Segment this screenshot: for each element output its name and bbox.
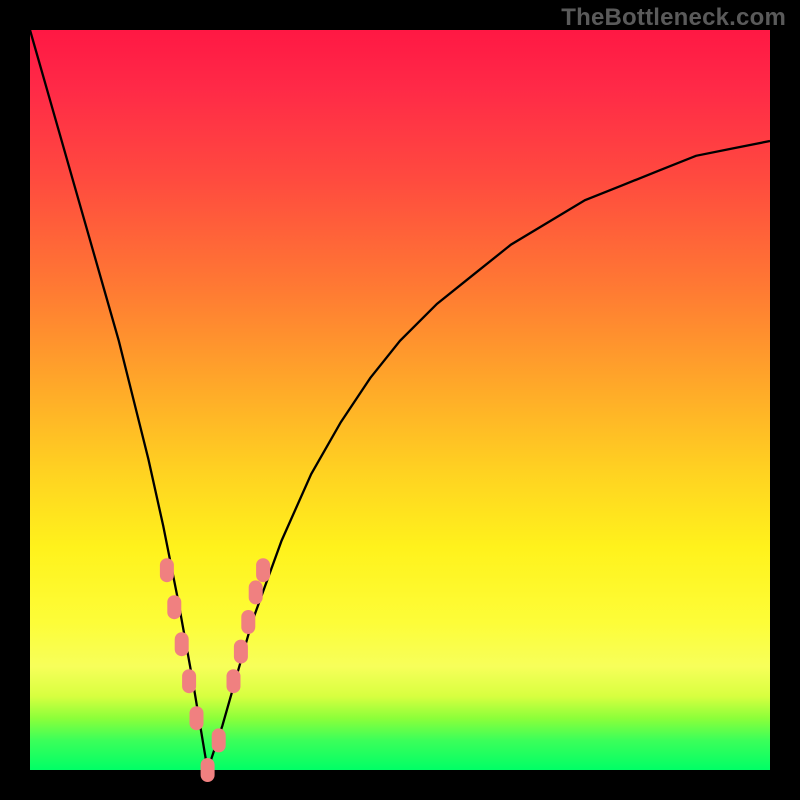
marker-bead (167, 595, 181, 619)
watermark-text: TheBottleneck.com (561, 4, 786, 32)
marker-bead (190, 706, 204, 730)
marker-bead (241, 610, 255, 634)
marker-bead (175, 632, 189, 656)
bottleneck-curve (30, 30, 770, 770)
marker-bead (249, 580, 263, 604)
marker-bead (256, 558, 270, 582)
marker-bead (201, 758, 215, 782)
chart-frame: TheBottleneck.com (0, 0, 800, 800)
marker-bead (160, 558, 174, 582)
plot-area (30, 30, 770, 770)
marker-bead (182, 669, 196, 693)
curve-layer (30, 30, 770, 770)
marker-bead (227, 669, 241, 693)
marker-bead (212, 728, 226, 752)
marker-bead (234, 640, 248, 664)
